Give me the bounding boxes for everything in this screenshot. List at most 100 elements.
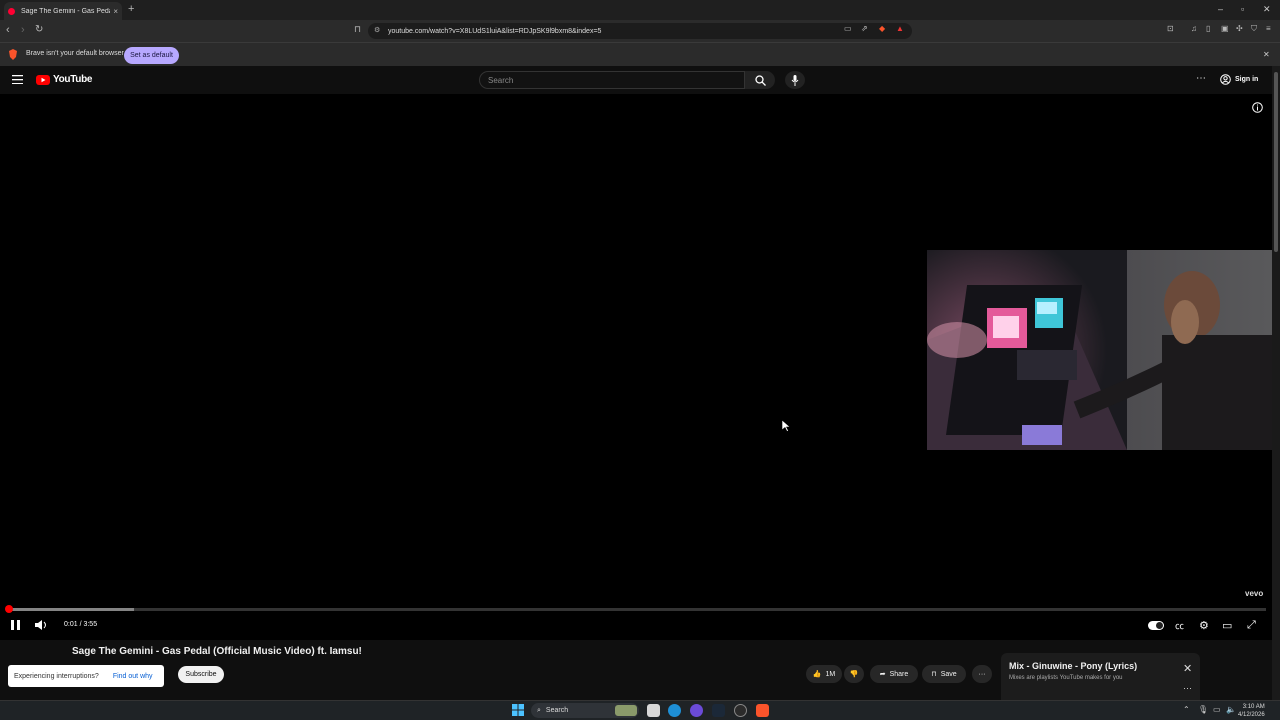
app-icon-purple[interactable] [690,704,703,717]
search-icon [754,74,766,86]
search-button[interactable] [745,71,775,89]
clock-date: 4/12/2026 [1238,712,1265,718]
settings-icon[interactable]: ⚙ [1199,619,1209,632]
more-actions-button[interactable]: ··· [972,665,992,683]
reload-icon[interactable]: ↻ [35,24,43,35]
brave-lion-icon [9,49,17,60]
sign-in-label: Sign in [1235,76,1259,83]
interruption-notice: Experiencing interruptions? Find out why [8,665,164,687]
mix-more-icon[interactable]: ··· [1183,683,1192,693]
save-button[interactable]: ⊓ Save [922,665,966,683]
tab-active[interactable]: Sage The Gemini - Gas Pedal (O × [4,2,122,20]
search-highlight-icon [615,705,637,716]
browser-tab-bar: Sage The Gemini - Gas Pedal (O × + – ▫ ✕ [0,0,1280,20]
youtube-favicon-icon [8,7,15,15]
sidebar-icon[interactable]: ⊡ [1167,24,1174,33]
cast-icon[interactable]: ▭ [844,24,852,33]
share-button[interactable]: ➦ Share [870,665,918,683]
interrupt-text: Experiencing interruptions? [14,672,99,680]
bookmark-icon[interactable]: ⊓ [354,24,361,35]
more-options-icon[interactable]: ⋯ [1196,73,1206,84]
buffered-bar [8,608,134,611]
thumbs-down-icon: 👎 [849,671,859,678]
more-actions-icon: ··· [978,670,986,678]
mix-title: Mix - Ginuwine - Pony (Lyrics) [1009,661,1138,671]
edge-browser-icon[interactable] [668,704,681,717]
menu-icon[interactable]: ≡ [1266,24,1271,33]
progress-bar[interactable] [5,605,1266,613]
infobar-close-icon[interactable]: ✕ [1263,50,1270,59]
restore-button[interactable]: ▫ [1241,4,1244,14]
dislike-button[interactable]: 👎 [844,665,864,683]
info-icon[interactable] [1252,102,1263,113]
clock-time: 3:10 AM [1242,704,1265,710]
mix-subtitle: Mixes are playlists YouTube makes for yo… [1009,675,1123,681]
captions-icon[interactable]: ㏄ [1175,619,1184,632]
windows-start-icon[interactable] [512,704,524,716]
brave-rewards-icon[interactable]: ▲ [896,24,904,33]
taskbar-search[interactable]: ⌕ Search [531,703,639,718]
search-input[interactable]: Search [479,71,745,89]
youtube-logo-text: YouTube [53,74,93,85]
network-icon[interactable]: ▭ [1213,705,1221,714]
webcam-overlay-image [927,250,1280,450]
volume-icon[interactable] [35,620,47,630]
youtube-logo[interactable]: YouTube [36,74,93,85]
url-field[interactable]: ⚙ youtube.com/watch?v=X8LUdS1luiA&list=R… [368,23,912,39]
account-icon [1220,74,1231,85]
hamburger-menu-icon[interactable] [12,75,23,84]
voice-search-button[interactable] [785,71,805,89]
tab-close-icon[interactable]: × [113,7,118,16]
scrubber-handle[interactable] [5,605,14,613]
subscribe-button[interactable]: Subscribe [178,666,224,683]
sign-in-button[interactable]: Sign in [1220,74,1258,85]
find-out-why-link[interactable]: Find out why [113,673,153,680]
thumbs-up-icon: 👍 [812,671,822,678]
task-view-icon[interactable] [647,704,660,717]
taskbar-search-label: Search [545,707,569,714]
os-taskbar: ⌕ Search ⌃ 🎙 ▭ 🔈 3:10 AM 4/12/2026 [0,700,1280,720]
theater-mode-icon[interactable]: ▭ [1222,619,1232,632]
pause-icon[interactable] [11,620,20,630]
speaker-icon[interactable]: 🔈 [1226,705,1236,714]
media-icon[interactable]: ♫ [1191,24,1197,33]
time-display: 0:01 / 3:55 [64,621,98,628]
fullscreen-icon[interactable]: ⤢ [1247,619,1256,632]
youtube-header: YouTube Search ⋯ Sign in [0,66,1272,94]
set-as-default-button[interactable]: Set as default [124,47,179,64]
new-tab-button[interactable]: + [128,3,134,15]
brave-taskbar-icon[interactable] [756,704,769,717]
microphone-icon [791,74,799,86]
mic-tray-icon[interactable]: 🎙 [1198,705,1208,714]
forward-icon[interactable]: › [21,24,25,36]
url-text: youtube.com/watch?v=X8LUdS1luiA&list=RDJ… [388,27,602,35]
infobar-text: Brave isn't your default browser [26,50,124,57]
mouse-cursor-icon [782,420,790,432]
taskbar-search-icon: ⌕ [537,706,541,714]
back-icon[interactable]: ‹ [6,24,10,36]
page-scrollbar[interactable] [1272,66,1280,700]
vpn-icon[interactable]: ⛉ [1251,24,1257,34]
site-info-icon[interactable]: ⚙ [374,26,380,34]
scrollbar-thumb[interactable] [1274,72,1278,252]
extensions-icon[interactable]: ✣ [1236,24,1243,33]
taskbar-clock[interactable]: 3:10 AM 4/12/2026 [1238,703,1265,719]
mix-close-icon[interactable]: ✕ [1183,662,1192,675]
steam-icon[interactable] [712,704,725,717]
close-window-button[interactable]: ✕ [1263,4,1271,15]
save-label: Save [940,670,957,678]
share-page-icon[interactable]: ⇗ [861,24,868,33]
address-bar-row: ‹ › ↻ ⊓ ⚙ youtube.com/watch?v=X8LUdS1lui… [0,20,1280,42]
minimize-button[interactable]: – [1218,4,1223,14]
bookmark-save-icon: ⊓ [931,671,937,678]
youtube-play-logo-icon [36,74,50,85]
brave-shields-icon[interactable]: ◆ [879,24,885,33]
autoplay-toggle[interactable] [1148,621,1164,630]
default-browser-infobar: Brave isn't your default browser Set as … [0,42,1280,66]
video-title: Sage The Gemini - Gas Pedal (Official Mu… [72,646,362,657]
reader-icon[interactable]: ▯ [1206,24,1210,33]
wallet-icon[interactable]: ▣ [1221,24,1229,33]
obs-icon[interactable] [734,704,747,717]
tray-chevron-icon[interactable]: ⌃ [1183,705,1190,714]
like-button[interactable]: 👍 1M [806,665,842,683]
